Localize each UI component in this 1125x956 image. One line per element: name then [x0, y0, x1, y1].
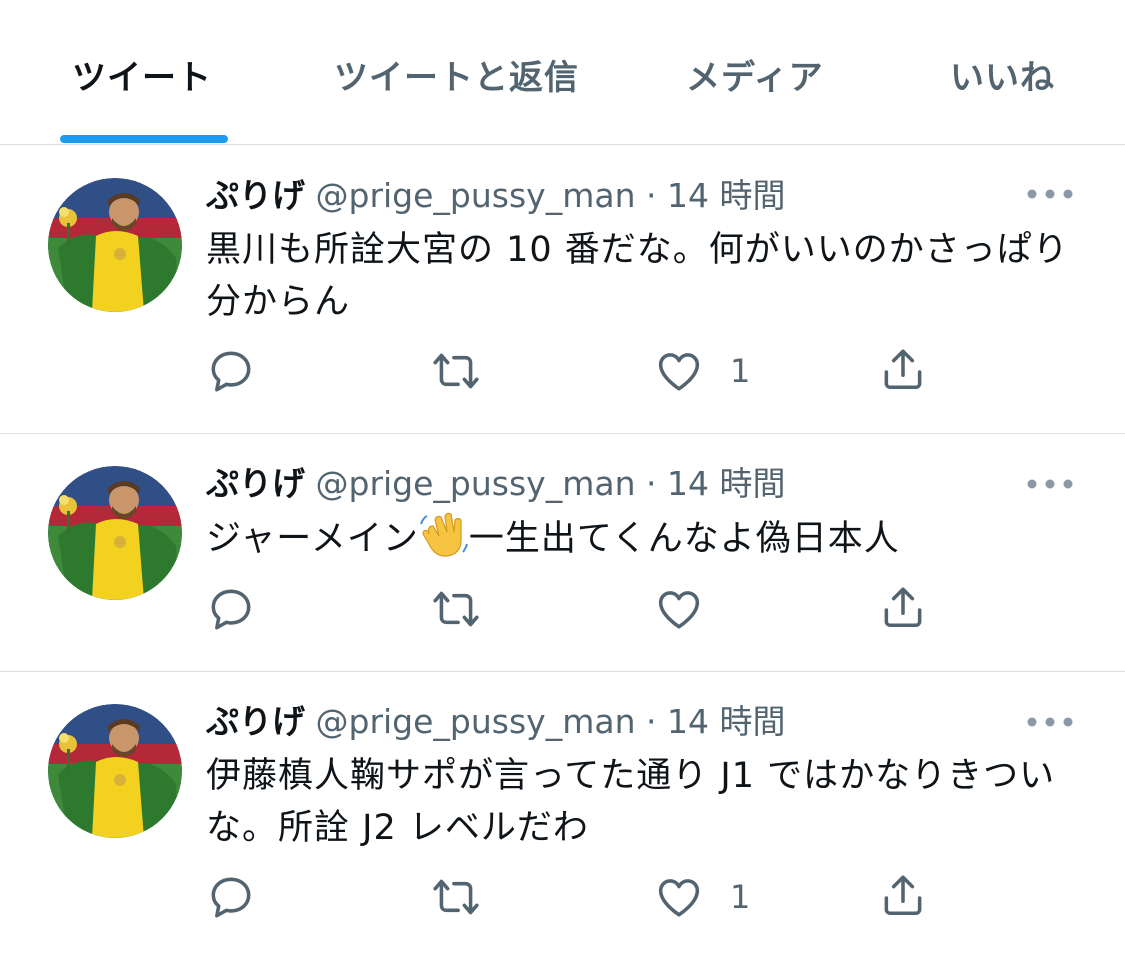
share-icon	[884, 349, 922, 390]
reply-icon	[211, 589, 251, 630]
tweet-text: 黒川も所詮大宮の 10 番だな。何がいいのかさっぱり分からん	[206, 230, 1069, 322]
reply-button[interactable]	[206, 872, 256, 922]
tweet[interactable]: ぷりげ @prige_pussy_man · 14 時間 ジャーメイン 一生出てく…	[0, 434, 1125, 672]
display-name[interactable]: ぷりげ	[206, 464, 305, 503]
tweet-text: 伊藤槙人鞠サポが言ってた通り J1 ではかなりきついな。所詮 J2 レベルだわ	[206, 756, 1056, 848]
like-button[interactable]: 1	[654, 346, 750, 396]
like-count: 1	[730, 878, 751, 916]
user-handle[interactable]: @prige_pussy_man	[316, 464, 636, 503]
tweet[interactable]: ぷりげ @prige_pussy_man · 14 時間 黒川も所詮大宮の 10…	[0, 146, 1125, 434]
display-name[interactable]: ぷりげ	[206, 176, 305, 215]
tweet-header: ぷりげ @prige_pussy_man · 14 時間	[206, 702, 785, 742]
separator-dot: ·	[646, 702, 657, 741]
more-icon[interactable]	[1024, 474, 1076, 494]
share-icon	[884, 587, 922, 628]
heart-icon	[658, 591, 700, 629]
share-button[interactable]	[878, 344, 928, 396]
tweet[interactable]: ぷりげ @prige_pussy_man · 14 時間 伊藤槙人鞠サポが言って…	[0, 672, 1125, 956]
separator-dot: ·	[646, 176, 657, 215]
reply-button[interactable]	[206, 346, 256, 396]
display-name[interactable]: ぷりげ	[206, 702, 305, 741]
user-handle[interactable]: @prige_pussy_man	[316, 176, 636, 215]
reply-icon	[211, 351, 251, 392]
like-count: 1	[730, 352, 751, 390]
waving-hand-emoji	[419, 512, 469, 573]
more-icon[interactable]	[1024, 184, 1076, 204]
retweet-button[interactable]	[428, 346, 484, 396]
retweet-button[interactable]	[428, 872, 484, 922]
active-tab-indicator	[60, 135, 228, 143]
reply-icon	[211, 877, 251, 918]
timestamp[interactable]: 14 時間	[667, 176, 785, 215]
heart-icon	[658, 879, 700, 917]
tweet-text-part: ジャーメイン	[206, 519, 419, 559]
retweet-icon	[433, 879, 479, 915]
avatar[interactable]	[48, 466, 182, 600]
share-icon	[884, 875, 922, 916]
share-button[interactable]	[878, 870, 928, 922]
tab-tweets[interactable]: ツイート	[72, 50, 212, 99]
retweet-button[interactable]	[428, 584, 484, 634]
tweet-header: ぷりげ @prige_pussy_man · 14 時間	[206, 464, 785, 504]
profile-tabs: ツイート ツイートと返信 メディア いいね	[0, 0, 1125, 145]
tab-likes[interactable]: いいね	[950, 50, 1055, 99]
timestamp[interactable]: 14 時間	[667, 702, 785, 741]
tweet-text-part: 一生出てくんなよ偽日本人	[468, 519, 900, 559]
timestamp[interactable]: 14 時間	[667, 464, 785, 503]
tab-tweets-and-replies[interactable]: ツイートと返信	[334, 50, 579, 99]
tweet-header: ぷりげ @prige_pussy_man · 14 時間	[206, 176, 785, 216]
user-handle[interactable]: @prige_pussy_man	[316, 702, 636, 741]
retweet-icon	[433, 353, 479, 389]
tweet-text: ジャーメイン 一生出てくんなよ偽日本人	[206, 512, 1076, 573]
like-button[interactable]: 1	[654, 872, 750, 922]
separator-dot: ·	[646, 464, 657, 503]
avatar[interactable]	[48, 704, 182, 838]
more-icon[interactable]	[1024, 712, 1076, 732]
retweet-icon	[433, 591, 479, 627]
reply-button[interactable]	[206, 584, 256, 634]
tab-media[interactable]: メディア	[686, 50, 824, 99]
share-button[interactable]	[878, 582, 928, 634]
heart-icon	[658, 353, 700, 391]
like-button[interactable]	[654, 584, 730, 634]
avatar[interactable]	[48, 178, 182, 312]
